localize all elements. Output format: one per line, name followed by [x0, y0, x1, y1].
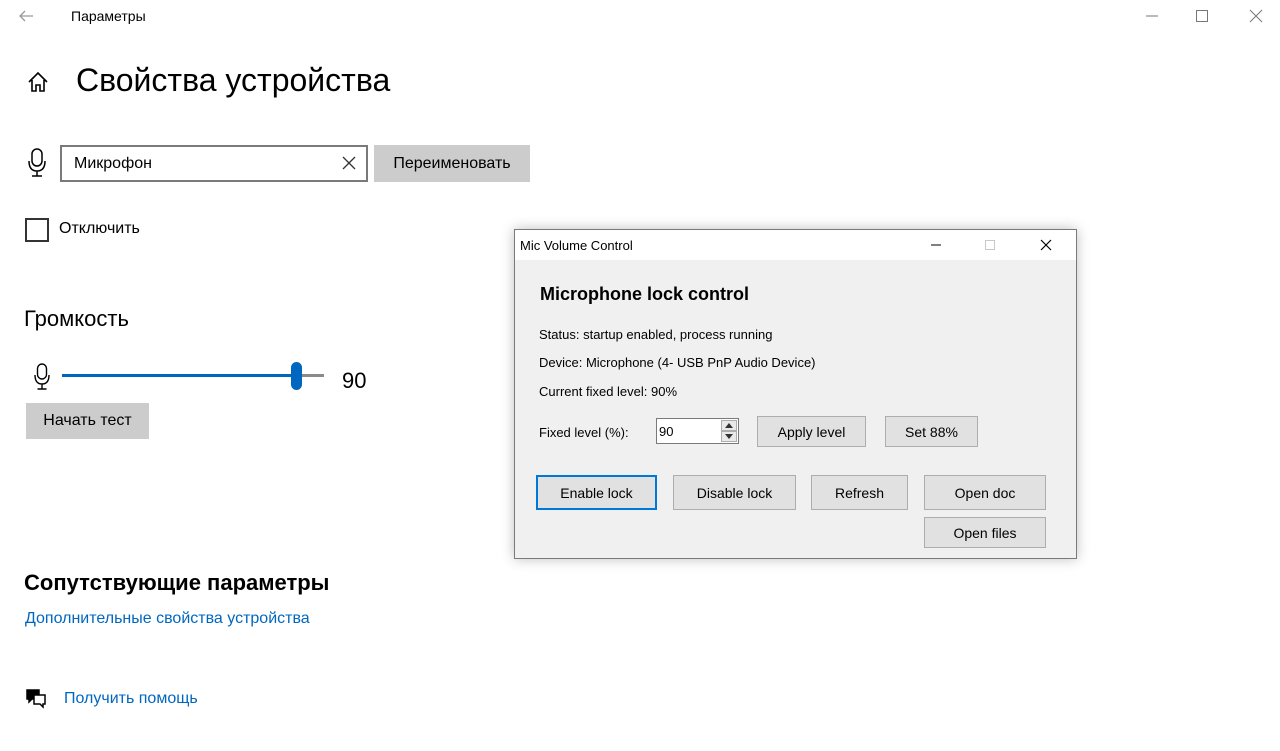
- additional-device-properties-link[interactable]: Дополнительные свойства устройства: [25, 610, 310, 628]
- clear-icon[interactable]: [340, 154, 358, 172]
- fixed-level-input[interactable]: [657, 419, 717, 443]
- page-title: Свойства устройства: [76, 62, 391, 98]
- volume-heading: Громкость: [24, 306, 129, 331]
- maximize-icon[interactable]: [1190, 4, 1214, 28]
- volume-slider-thumb[interactable]: [291, 362, 302, 390]
- minimize-icon[interactable]: [925, 234, 947, 256]
- help-chat-icon: [24, 687, 48, 709]
- apply-level-button[interactable]: Apply level: [757, 416, 866, 447]
- device-name-field[interactable]: [60, 145, 368, 182]
- open-doc-button[interactable]: Open doc: [924, 475, 1046, 510]
- volume-slider-fill: [62, 374, 298, 377]
- app-title: Параметры: [71, 8, 146, 24]
- related-settings-heading: Сопутствующие параметры: [24, 570, 330, 595]
- disable-checkbox[interactable]: [25, 218, 49, 242]
- set-88-button[interactable]: Set 88%: [885, 416, 978, 447]
- device-name-input[interactable]: [62, 147, 322, 180]
- open-files-button[interactable]: Open files: [924, 517, 1046, 548]
- titlebar: Параметры: [0, 0, 1280, 32]
- chevron-up-icon[interactable]: [721, 420, 737, 431]
- enable-lock-button[interactable]: Enable lock: [536, 475, 657, 510]
- close-icon[interactable]: [1035, 234, 1057, 256]
- dialog-heading: Microphone lock control: [540, 284, 750, 304]
- maximize-icon: [979, 234, 1001, 256]
- disable-lock-button[interactable]: Disable lock: [673, 475, 796, 510]
- current-level-text: Current fixed level: 90%: [539, 384, 678, 399]
- rename-button[interactable]: Переименовать: [374, 145, 530, 182]
- disable-label[interactable]: Отключить: [59, 220, 140, 238]
- volume-slider[interactable]: [62, 374, 324, 377]
- fixed-level-label: Fixed level (%):: [539, 425, 629, 440]
- get-help-link[interactable]: Получить помощь: [64, 690, 198, 708]
- microphone-icon: [27, 148, 47, 178]
- status-text: Status: startup enabled, process running: [539, 327, 773, 342]
- minimize-icon[interactable]: [1140, 4, 1164, 28]
- back-arrow-icon[interactable]: [16, 6, 36, 26]
- stepper-buttons: [721, 420, 737, 442]
- device-text: Device: Microphone (4- USB PnP Audio Dev…: [539, 355, 816, 370]
- microphone-icon: [33, 363, 51, 391]
- fixed-level-stepper[interactable]: [656, 418, 739, 444]
- dialog-title: Mic Volume Control: [520, 238, 633, 253]
- close-icon[interactable]: [1244, 4, 1268, 28]
- mic-volume-control-dialog: Mic Volume Control Microphone lock contr…: [514, 229, 1077, 559]
- chevron-down-icon[interactable]: [721, 431, 737, 442]
- start-test-button[interactable]: Начать тест: [26, 403, 149, 439]
- dialog-titlebar: Mic Volume Control: [515, 230, 1076, 260]
- volume-value: 90: [342, 368, 367, 393]
- home-icon[interactable]: [26, 70, 50, 94]
- refresh-button[interactable]: Refresh: [811, 475, 908, 510]
